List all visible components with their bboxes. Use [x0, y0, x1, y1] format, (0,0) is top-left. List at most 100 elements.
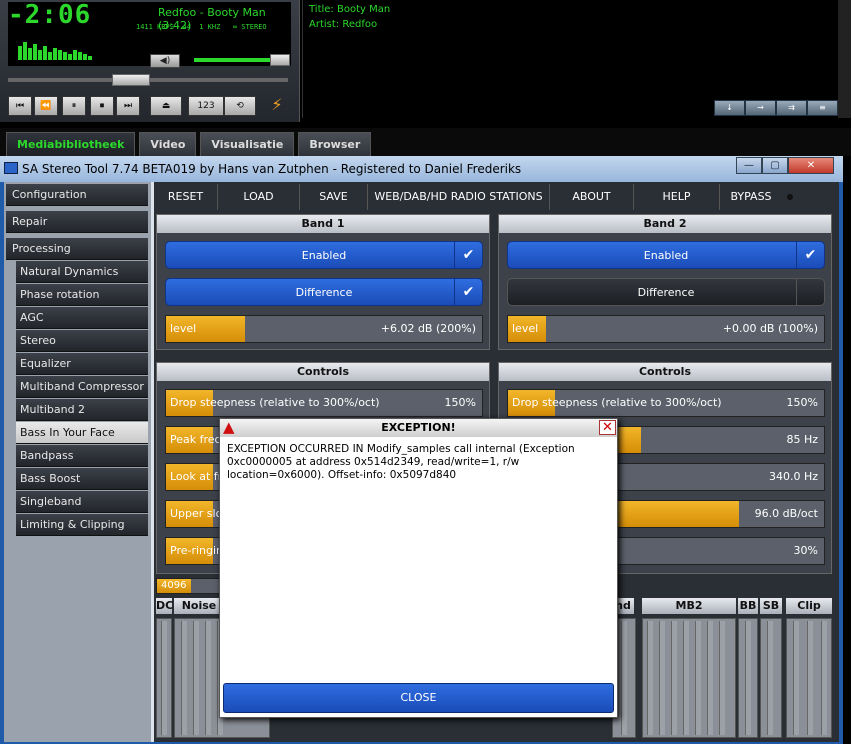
sidebar-item-bass-boost[interactable]: Bass Boost [16, 468, 148, 490]
controls1-value-0: 150% [444, 396, 476, 409]
rewind-button[interactable]: ⏪ [34, 96, 58, 116]
menu-icon[interactable]: ≡ [807, 100, 838, 116]
bypass-indicator [782, 184, 798, 210]
checkbox-empty [796, 279, 824, 305]
sidebar-item-agc[interactable]: AGC [16, 307, 148, 329]
meter-sb [760, 618, 782, 738]
close-button[interactable]: CLOSE [223, 683, 614, 713]
top-menu: RESET LOAD SAVE WEB/DAB/HD RADIO STATION… [154, 184, 834, 210]
tab-mediabibliotheek[interactable]: Mediabibliotheek [6, 132, 136, 158]
next-button[interactable]: ⏭ [116, 96, 140, 116]
sidebar-item-multiband-compressor[interactable]: Multiband Compressor [16, 376, 148, 398]
band2-enabled-toggle[interactable]: Enabled ✔ [507, 241, 825, 269]
spectrum-bar [18, 46, 22, 60]
download-icon[interactable]: ↓ [714, 100, 745, 116]
dialog-title: EXCEPTION! [220, 419, 617, 437]
controls1-slider-0[interactable]: Drop steepness (relative to 300%/oct) 150… [165, 389, 483, 417]
checkmark-icon: ✔ [454, 242, 482, 268]
menu-help[interactable]: HELP [634, 184, 720, 210]
dialog-close-icon[interactable]: ✕ [599, 420, 616, 435]
band2-level-value: +0.00 dB (100%) [722, 322, 818, 335]
controls2-title: Controls [499, 363, 831, 381]
spectrum-bar [28, 48, 32, 60]
tab-video[interactable]: Video [139, 132, 197, 158]
spectrum-bar [73, 50, 77, 60]
menu-about[interactable]: ABOUT [550, 184, 634, 210]
band1-title: Band 1 [157, 215, 489, 233]
previous-button[interactable]: ⏮ [8, 96, 32, 116]
meter-sb-label: SB [760, 598, 782, 614]
sidebar-item-multiband-2[interactable]: Multiband 2 [16, 399, 148, 421]
forward-icon[interactable]: → [745, 100, 776, 116]
spectrum-bar [83, 54, 87, 60]
shuffle-button[interactable]: 123 [188, 96, 224, 116]
menu-radio-stations[interactable]: WEB/DAB/HD RADIO STATIONS [368, 184, 550, 210]
band1-level-value: +6.02 dB (200%) [380, 322, 476, 335]
controls2-label-0: Drop steepness (relative to 300%/oct) [512, 396, 722, 409]
sidebar-item-limiting-clipping[interactable]: Limiting & Clipping [16, 514, 148, 536]
band2-difference-toggle[interactable]: Difference [507, 278, 825, 306]
time-display[interactable]: -2:06 [8, 0, 91, 30]
sidebar-item-configuration[interactable]: Configuration [6, 184, 148, 206]
player-panel: -2:06 Redfoo - Booty Man (3:42) 1411 KBP… [0, 0, 300, 122]
sidebar-item-equalizer[interactable]: Equalizer [16, 353, 148, 375]
sidebar-item-processing[interactable]: Processing [6, 238, 148, 260]
sidebar-item-bass-in-your-face[interactable]: Bass In Your Face [16, 422, 148, 444]
send-icon[interactable]: ⇉ [776, 100, 807, 116]
buffer-slider[interactable]: 4096 [156, 578, 220, 594]
minimize-button[interactable]: — [736, 157, 762, 174]
sidebar-item-natural-dynamics[interactable]: Natural Dynamics [16, 261, 148, 283]
song-artist-line: Artist: Redfoo [309, 19, 378, 30]
speaker-icon[interactable]: ◀) [150, 54, 180, 68]
sidebar-item-bandpass[interactable]: Bandpass [16, 445, 148, 467]
menu-reset[interactable]: RESET [154, 184, 218, 210]
bitrate-info: 1411 KBPS 44 1 KHZ ∞ STEREO [136, 23, 267, 31]
band2-title: Band 2 [499, 215, 831, 233]
sidebar-item-singleband-compressor[interactable]: Singleband Compressor [16, 491, 148, 530]
seek-knob[interactable] [112, 74, 150, 86]
meter-clip-label: Clip [786, 598, 832, 614]
media-tabs: Mediabibliotheek Video Visualisatie Brow… [0, 128, 851, 158]
menu-save[interactable]: SAVE [300, 184, 368, 210]
spectrum-bar [78, 52, 82, 60]
lightning-icon[interactable]: ⚡ [266, 96, 288, 116]
band1-difference-toggle[interactable]: Difference ✔ [165, 278, 483, 306]
band2-level-slider[interactable]: level +0.00 dB (100%) [507, 315, 825, 343]
spectrum-bar [48, 52, 52, 60]
menu-bypass[interactable]: BYPASS [720, 184, 782, 210]
exception-message: EXCEPTION OCCURRED IN Modify_samples cal… [227, 443, 575, 481]
sidebar-item-repair[interactable]: Repair [6, 211, 148, 233]
meter-noise-label: Noise [174, 598, 224, 614]
meter-mb2 [642, 618, 736, 738]
band1-level-slider[interactable]: level +6.02 dB (200%) [165, 315, 483, 343]
spectrum-bar [88, 56, 92, 60]
stop-button[interactable]: ⏹ [90, 96, 114, 116]
sidebar-item-phase-rotation[interactable]: Phase rotation [16, 284, 148, 306]
song-title-line: Title: Booty Man [309, 4, 391, 15]
info-scrollbar[interactable] [838, 0, 851, 118]
controls1-title: Controls [157, 363, 489, 381]
volume-knob[interactable] [270, 54, 290, 66]
warning-icon: ▲ [223, 418, 235, 436]
sidebar-item-stereo[interactable]: Stereo [16, 330, 148, 352]
controls2-value-2: 340.0 Hz [768, 470, 818, 483]
meter-bb [738, 618, 758, 738]
meter-dc [156, 618, 172, 738]
tab-browser[interactable]: Browser [298, 132, 372, 158]
meter-clip [786, 618, 832, 738]
maximize-button[interactable]: ▢ [762, 157, 788, 174]
eject-button[interactable]: ⏏ [150, 96, 182, 116]
spectrum-bar [23, 42, 27, 60]
menu-load[interactable]: LOAD [218, 184, 300, 210]
controls2-slider-0[interactable]: Drop steepness (relative to 300%/oct) 150… [507, 389, 825, 417]
band2-level-label: level [512, 322, 539, 335]
close-window-button[interactable]: ✕ [788, 157, 834, 174]
controls2-value-3: 96.0 dB/oct [754, 507, 818, 520]
spectrum-bar [58, 50, 62, 60]
pause-button[interactable]: ⏸ [62, 96, 86, 116]
meter-bb-label: BB [738, 598, 758, 614]
tab-visualisatie[interactable]: Visualisatie [200, 132, 295, 158]
band1-enabled-toggle[interactable]: Enabled ✔ [165, 241, 483, 269]
spectrum-bar [53, 48, 57, 60]
repeat-button[interactable]: ⟲ [224, 96, 256, 116]
